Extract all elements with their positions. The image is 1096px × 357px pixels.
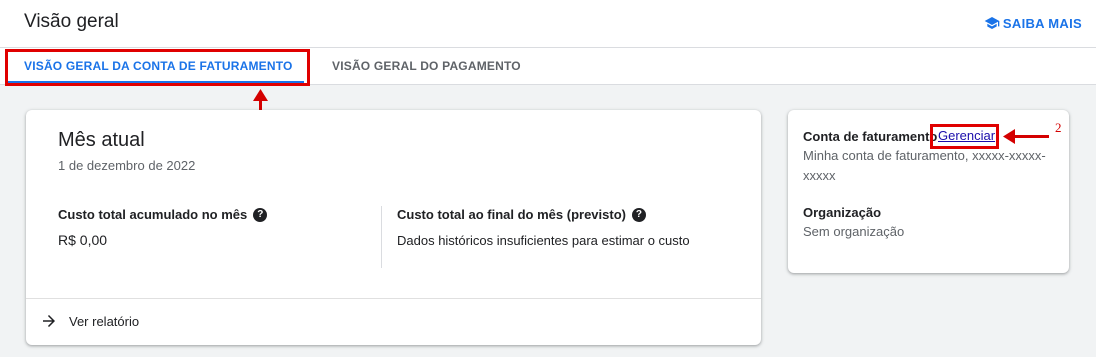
arrow-forward-icon [43, 315, 55, 327]
forecast-cost-label-text: Custo total ao final do mês (previsto) [397, 207, 626, 222]
page-title: Visão geral [24, 11, 119, 32]
current-month-card: Mês atual 1 de dezembro de 2022 Custo to… [26, 110, 761, 345]
current-month-title: Mês atual [58, 129, 145, 151]
learn-more-label: SAIBA MAIS [1002, 15, 1082, 31]
view-report-link[interactable]: Ver relatório [40, 312, 139, 330]
forecast-cost-value: Dados históricos insuficientes para esti… [397, 233, 690, 248]
organization-label: Organização [803, 205, 882, 220]
annotation-number-2: 2 [1055, 120, 1062, 135]
annotation-box-manage [930, 124, 999, 149]
accrued-cost-value: R$ 0,00 [58, 232, 108, 248]
annotation-arrow-2-shaft [1014, 135, 1049, 138]
billing-account-label: Conta de faturamento [803, 129, 938, 144]
tab-payment-overview[interactable]: VISÃO GERAL DO PAGAMENTO [332, 48, 521, 84]
annotation-arrow-2-head [1003, 129, 1015, 144]
annotation-arrow-1-head [253, 89, 268, 101]
accrued-cost-label: Custo total acumulado no mês ? [58, 207, 268, 222]
forecast-cost-label: Custo total ao final do mês (previsto) ? [397, 207, 646, 222]
school-icon [984, 17, 1000, 29]
learn-more-link[interactable]: SAIBA MAIS [983, 15, 1082, 31]
help-icon[interactable]: ? [631, 207, 646, 222]
view-report-label: Ver relatório [69, 313, 140, 329]
current-month-date: 1 de dezembro de 2022 [58, 158, 196, 173]
metric-divider [381, 206, 382, 268]
top-header: Visão geral SAIBA MAIS [0, 0, 1096, 48]
annotation-box-tab [5, 49, 310, 86]
help-icon[interactable]: ? [253, 207, 268, 222]
accrued-cost-label-text: Custo total acumulado no mês [58, 207, 248, 222]
organization-value: Sem organização [803, 224, 905, 239]
billing-account-value: Minha conta de faturamento, xxxxx-xxxxx-… [803, 148, 1046, 183]
card-divider [26, 298, 761, 299]
